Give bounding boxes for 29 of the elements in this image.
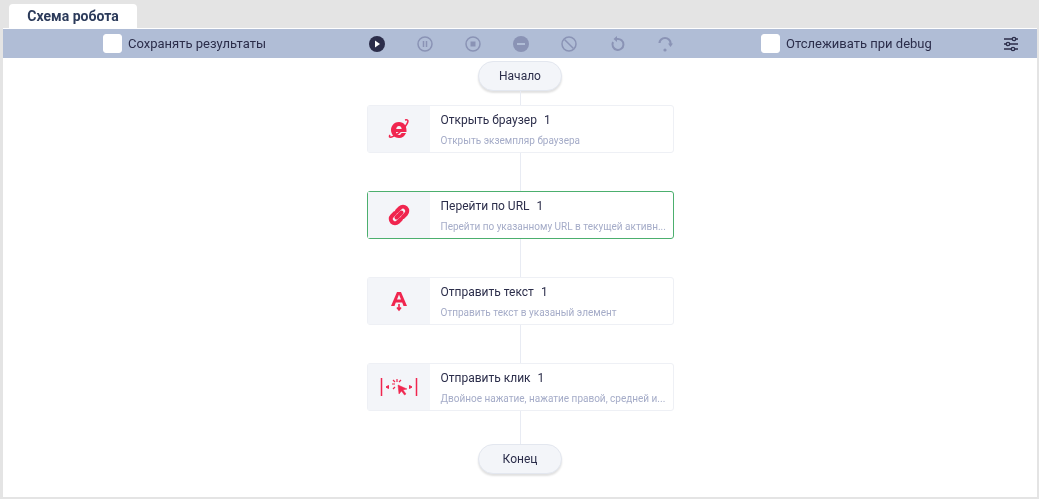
step-count: 1 [536,197,544,215]
step-title: Отправить клик [440,369,531,387]
checkbox-label: Отслеживать при debug [786,34,932,53]
checkbox[interactable] [103,34,122,53]
tab[interactable]: Схема робота [9,4,137,28]
end-node[interactable]: Конец [478,444,562,474]
step-title: Открыть браузер [440,111,537,129]
checkbox-label: Сохранять результаты [128,34,266,53]
click-icon [379,376,418,398]
font-icon [388,290,409,312]
start-node[interactable]: Начало [478,61,562,91]
browser-icon [386,118,411,140]
step-count: 1 [540,283,548,301]
step-card[interactable]: Отправить текст 1 Отправить текст в указаный элемент [366,277,674,325]
step-count: 1 [543,111,551,129]
step-description: Отправить текст в указаный элемент [440,305,617,320]
link-icon [386,203,411,227]
step-card[interactable]: Отправить клик 1 Двойное нажатие, нажатие правой, средней и... [366,363,674,411]
checkbox[interactable] [761,34,780,53]
step-description: Перейти по указанному URL в текущей активн... [440,219,666,234]
step-description: Открыть экземпляр браузера [440,133,580,148]
step-description: Двойное нажатие, нажатие правой, средней и... [440,391,666,406]
step-title: Отправить текст [440,283,534,301]
settings-icon[interactable] [1002,34,1020,53]
step-card[interactable]: Открыть браузер 1 Открыть экземпляр браузера [366,105,674,153]
step-count: 1 [537,369,545,387]
step-title: Перейти по URL [440,197,530,215]
step-card[interactable]: Перейти по URL 1 Перейти по указанному URL в текущей активн... [366,191,674,239]
play-icon[interactable] [368,34,386,53]
